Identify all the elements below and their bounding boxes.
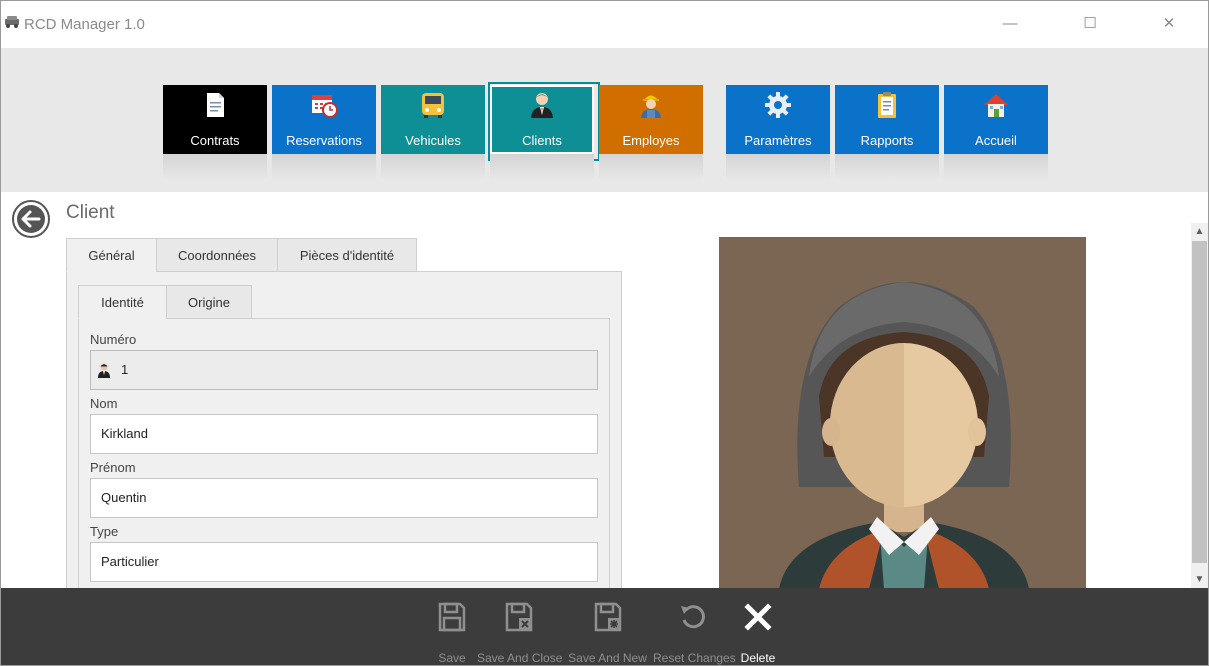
tile-clients[interactable]: Clients [488,82,600,161]
vertical-scrollbar[interactable]: ▲ ▼ [1191,223,1208,588]
tile-reservations[interactable]: Reservations [272,85,376,154]
save-close-icon [505,602,533,632]
tile-reflection [599,154,703,180]
tile-label: Accueil [975,133,1017,148]
delete-x-icon [744,603,772,631]
delete-button[interactable]: Delete [739,602,777,665]
app-window: RCD Manager 1.0 — ☐ ✕ Contrats Reservati… [0,0,1209,666]
tile-reflection [381,154,485,180]
save-button[interactable]: Save [432,602,472,665]
tile-employes[interactable]: Employes [599,85,703,154]
maximize-button[interactable]: ☐ [1079,13,1101,35]
reset-changes-button[interactable]: Reset Changes [653,602,736,665]
reset-changes-label: Reset Changes [653,651,736,665]
save-and-new-label: Save And New [568,651,647,665]
back-arrow-icon[interactable] [11,199,51,239]
tile-contrats[interactable]: Contrats [163,85,267,154]
bus-icon [422,93,444,118]
numero-value: 1 [121,362,129,377]
tab-coordonnees[interactable]: Coordonnées [156,238,278,272]
prenom-label: Prénom [90,460,136,475]
client-photo[interactable] [719,237,1086,589]
tile-accueil[interactable]: Accueil [944,85,1048,154]
tile-label: Rapports [860,133,914,148]
page-title: Client [66,202,115,223]
car-app-icon [5,16,19,28]
nom-label: Nom [90,396,118,411]
tile-rapports[interactable]: Rapports [835,85,939,154]
tile-label: Paramètres [744,133,812,148]
calendar-clock-icon [312,95,338,118]
tile-label: Contrats [190,133,240,148]
client-person-icon [98,363,110,378]
tile-reflection [726,154,830,180]
delete-label: Delete [740,651,776,665]
tab-general[interactable]: Général [66,238,157,272]
save-new-icon [594,602,621,632]
tile-label: Employes [622,133,680,148]
tab-origine[interactable]: Origine [166,285,252,319]
tile-reflection [835,154,939,180]
document-icon [207,93,224,117]
tab-identite[interactable]: Identité [78,285,167,319]
tile-parametres[interactable]: Paramètres [726,85,830,154]
scroll-thumb[interactable] [1192,241,1207,563]
window-title: RCD Manager 1.0 [24,16,145,33]
save-and-close-label: Save And Close [477,651,563,665]
save-label: Save [438,651,466,665]
clipboard-icon [878,92,896,118]
tile-reflection [163,154,267,180]
minimize-button[interactable]: — [999,13,1021,35]
undo-icon [681,605,705,629]
save-and-close-button[interactable]: Save And Close [477,602,562,665]
tile-label: Clients [522,133,562,148]
nom-field[interactable]: Kirkland [90,414,598,454]
numero-field: 1 [90,350,598,390]
worker-icon [641,95,661,118]
numero-label: Numéro [90,332,137,347]
tile-vehicules[interactable]: Vehicules [381,85,485,154]
save-icon [438,602,466,632]
tile-reflection [944,154,1048,180]
gear-icon [765,92,791,118]
tile-label: Vehicules [405,133,461,148]
tile-reflection [272,154,376,180]
save-and-new-button[interactable]: Save And New [567,602,648,665]
tile-reflection [490,154,594,180]
prenom-field[interactable]: Quentin [90,478,598,518]
navigation-ribbon: Contrats Reservations Vehicules Clients … [1,48,1208,192]
tile-label: Reservations [286,133,362,148]
title-bar: RCD Manager 1.0 — ☐ ✕ [1,1,1208,48]
type-field[interactable]: Particulier [90,542,598,582]
client-person-icon [531,93,553,118]
avatar-illustration [719,237,1086,589]
tab-pieces-identite[interactable]: Pièces d'identité [277,238,417,272]
action-toolbar: Save Save And Close Save And New Reset C… [1,588,1208,665]
scroll-up-arrow-icon[interactable]: ▲ [1191,223,1208,240]
home-icon [984,94,1008,117]
scroll-down-arrow-icon[interactable]: ▼ [1191,571,1208,588]
close-button[interactable]: ✕ [1158,13,1180,35]
type-label: Type [90,524,119,539]
